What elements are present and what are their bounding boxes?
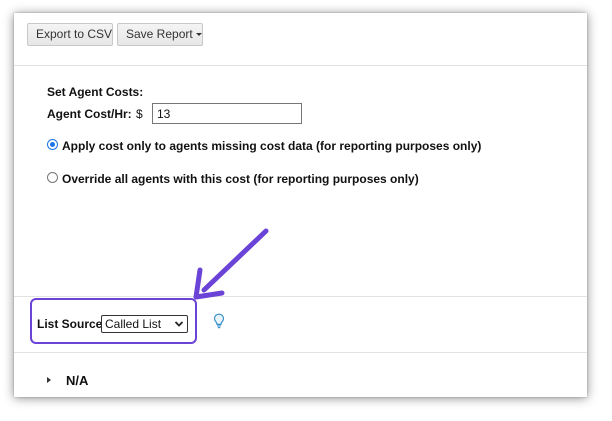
dropdown-caret-icon (195, 33, 202, 37)
save-report-label: Save Report (126, 27, 193, 41)
section-divider (14, 296, 587, 297)
apply-missing-cost-label[interactable]: Apply cost only to agents missing cost d… (62, 139, 481, 153)
save-report-button[interactable]: Save Report (117, 23, 203, 46)
override-all-label[interactable]: Override all agents with this cost (for … (62, 172, 419, 186)
report-toolbar: Export to CSV Save Report (14, 13, 587, 66)
caret-right-icon[interactable] (47, 377, 51, 383)
agent-cost-input[interactable] (152, 103, 302, 124)
apply-missing-cost-radio[interactable] (47, 139, 58, 150)
list-source-select[interactable]: Called List (101, 315, 188, 333)
group-na-label[interactable]: N/A (66, 373, 88, 388)
export-csv-button[interactable]: Export to CSV (27, 23, 113, 46)
list-source-selected-value: Called List (105, 317, 162, 331)
currency-symbol: $ (136, 107, 143, 121)
export-csv-label: Export to CSV (36, 27, 113, 41)
screenshot-stage: Export to CSV Save Report Set Agent Cost… (0, 0, 612, 421)
agent-cost-label: Agent Cost/Hr: (47, 107, 132, 121)
lightbulb-icon[interactable] (213, 313, 225, 329)
report-panel: Export to CSV Save Report Set Agent Cost… (14, 13, 587, 397)
section-divider-lower (14, 352, 587, 353)
chevron-down-icon (174, 321, 184, 327)
override-all-radio[interactable] (47, 172, 58, 183)
list-source-label: List Source: (37, 317, 107, 331)
agent-costs-heading: Set Agent Costs: (47, 85, 144, 99)
